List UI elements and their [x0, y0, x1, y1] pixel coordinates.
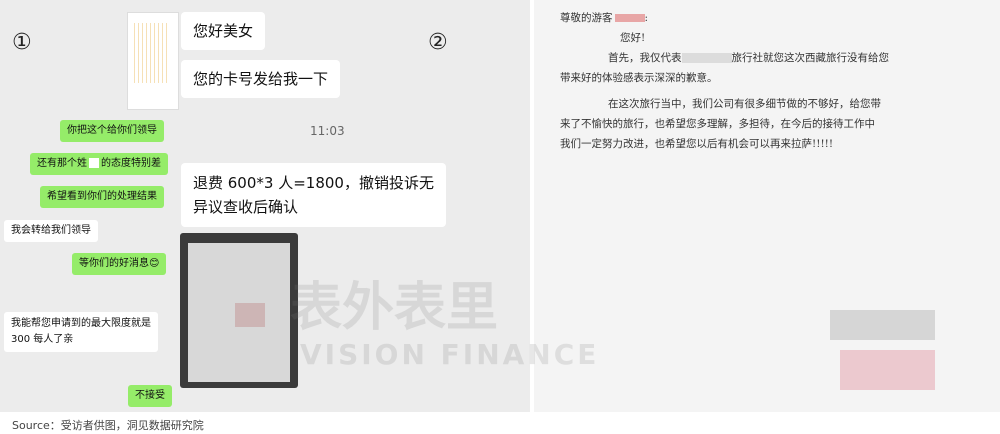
- document-lines: [134, 23, 168, 83]
- chat-bubble-refund: 退费 600*3 人=1800，撤销投诉无 异议查收后确认: [181, 163, 446, 227]
- refund-line-2: 异议查收后确认: [193, 198, 299, 216]
- chat-bubble-attitude: 还有那个姓 的态度特别差: [30, 153, 168, 175]
- letter-photo[interactable]: [180, 233, 298, 388]
- photo-stamp: [235, 303, 265, 327]
- attitude-part2: 的态度特别差: [101, 158, 161, 169]
- letter-p1-start: 首先，我仅代表: [608, 52, 682, 64]
- letter-p1-line2: 带来好的体验感表示深深的歉意。: [560, 72, 718, 84]
- panel-marker-1: ①: [12, 30, 32, 55]
- letter-greeting: 尊敬的游客: [560, 12, 613, 24]
- blurred-stamp: [840, 350, 935, 390]
- apology-letter: 尊敬的游客: 您好! 首先，我仅代表 旅行社就您这次西藏旅行没有给您 带来好的体验…: [560, 8, 980, 154]
- letter-hello: 您好!: [620, 32, 646, 44]
- limit-line-2: 300 每人了亲: [11, 334, 74, 345]
- document-thumbnail[interactable]: [127, 12, 179, 110]
- refund-line-1: 退费 600*3 人=1800，撤销投诉无: [193, 174, 434, 192]
- chat-bubble-card-number: 您的卡号发给我一下: [181, 60, 341, 98]
- letter-p1-end: 旅行社就您这次西藏旅行没有给您: [731, 52, 890, 64]
- chat-timestamp: 11:03: [310, 124, 345, 138]
- chat-bubble-wait-news: 等你们的好消息😊: [72, 253, 167, 275]
- attitude-part1: 还有那个姓: [37, 158, 87, 169]
- source-caption: Source：受访者供图，洞见数据研究院: [12, 419, 204, 432]
- letter-p2-line1: 在这次旅行当中，我们公司有很多细节做的不够好，给您带: [608, 98, 881, 110]
- redacted-guest-name: [614, 14, 645, 22]
- redacted-agency-name: [681, 53, 732, 63]
- letter-p2-line3: 我们一定努力改进，也希望您以后有机会可以再来拉萨!!!!!: [560, 138, 834, 150]
- chat-bubble-not-accept: 不接受: [128, 385, 172, 407]
- chat-bubble-greeting: 您好美女: [181, 12, 266, 50]
- limit-line-1: 我能帮您申请到的最大限度就是: [11, 318, 151, 329]
- chat-bubble-forward-leader: 你把这个给你们领导: [60, 120, 164, 142]
- chat-bubble-will-forward: 我会转给我们领导: [4, 220, 98, 242]
- redacted-name: [89, 158, 99, 168]
- blurred-signature-1: [830, 310, 935, 340]
- chat-bubble-expect-result: 希望看到你们的处理结果: [40, 186, 164, 208]
- letter-p2-line2: 来了不愉快的旅行，也希望您多理解，多担待，在今后的接待工作中: [560, 118, 875, 130]
- chat-bubble-max-limit: 我能帮您申请到的最大限度就是 300 每人了亲: [4, 312, 158, 352]
- panel-marker-2: ②: [428, 30, 448, 55]
